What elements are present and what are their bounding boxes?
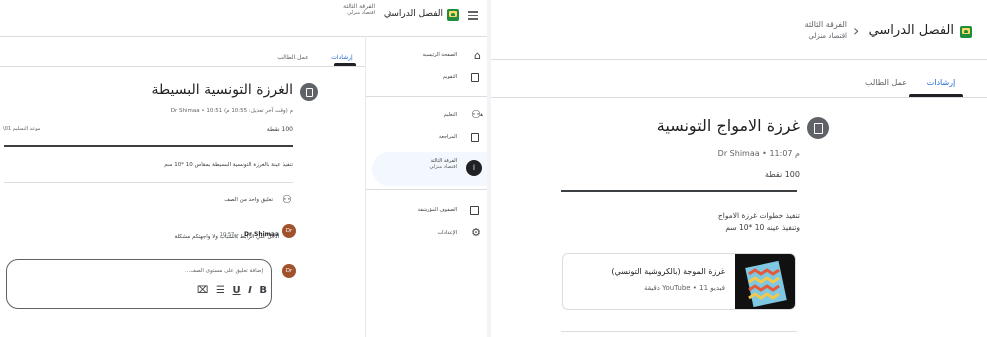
right-tab-instructions[interactable]: إرشادات — [911, 70, 971, 96]
right-breadcrumb-class[interactable]: الفرقة الثالثة اقتصاد منزلي — [757, 20, 847, 40]
left-classroom-logo[interactable] — [447, 9, 459, 21]
left-tab-instructions-label: إرشادات — [331, 54, 353, 61]
attachment-thumbnail — [735, 254, 795, 309]
right-breadcrumb-chevron-icon: › — [853, 21, 860, 40]
right-panel: الفصل الدراسي › الفرقة الثالثة اقتصاد من… — [491, 0, 987, 337]
home-icon: ⌂ — [474, 49, 481, 62]
underline-button[interactable]: U — [233, 285, 241, 299]
right-header-title[interactable]: الفصل الدراسي — [869, 23, 954, 38]
comment-avatar: Dr — [282, 224, 296, 238]
gear-icon: ⚙ — [471, 226, 481, 239]
right-tab-student-work[interactable]: عمل الطالب — [861, 70, 911, 96]
right-assignment-meta: Dr Shimaa • 11:07 م — [717, 149, 800, 158]
list-button[interactable]: ☰ — [216, 285, 225, 299]
sidebar-item-archived[interactable]: الصفوف المؤرشفة — [370, 203, 485, 221]
left-assignment-icon — [300, 83, 318, 101]
left-breadcrumb-class-name: الفرقة الثالثة — [343, 3, 375, 10]
comments-people-icon: ⚇ — [282, 193, 292, 206]
sidebar-item-calendar[interactable]: التقويم — [370, 70, 485, 88]
right-description-line-1: تنفيذ خطوات غرزة الامواج — [717, 211, 800, 220]
class-avatar: ا — [466, 160, 482, 176]
right-assignment-icon — [807, 117, 829, 139]
sidebar-item-review-label: المراجعة — [438, 134, 457, 140]
sidebar-item-archived-label: الصفوف المؤرشفة — [417, 207, 457, 213]
attachment-title: غرزة الموجة (بالكروشية التونسي) — [611, 267, 725, 276]
left-assignment-description: تنفيذ عينة بالغرزة التونسية البسيطة بمقا… — [164, 162, 293, 168]
left-assignment-points: 100 نقطة — [266, 126, 293, 133]
archive-icon — [470, 206, 479, 215]
left-assignment-meta: Dr Shimaa • 10:51 م (وقت آخر تعديل: 10:5… — [170, 108, 293, 114]
calendar-icon — [471, 73, 479, 82]
right-tab-student-work-label: عمل الطالب — [865, 78, 907, 87]
comments-heading[interactable]: تعليق واحد من الصف — [224, 197, 273, 203]
left-breadcrumb-class-section: اقتصاد منزلي — [347, 10, 375, 16]
compose-box[interactable]: إضافة تعليق على مستوى الصف... B I U ☰ ⌧ — [6, 259, 272, 309]
left-breadcrumb-chevron-icon: › — [388, 8, 392, 19]
compose-avatar: Dr — [282, 264, 296, 278]
sidebar-item-settings[interactable]: الإعدادات ⚙ — [370, 226, 485, 244]
left-panel: الفصل الدراسي › الفرقة الثالثة اقتصاد من… — [0, 0, 488, 337]
sidebar-item-teaching-label: التعليم — [443, 112, 457, 118]
italic-button[interactable]: I — [248, 285, 252, 299]
right-breadcrumb-class-section: اقتصاد منزلي — [808, 32, 847, 40]
comment-text: ادخل علي الرابط بالشباب ولا واجهتكم مشكل… — [174, 234, 279, 240]
review-icon — [471, 133, 479, 142]
right-breadcrumb-class-name: الفرقة الثالثة — [804, 20, 847, 29]
attachment-card[interactable]: غرزة الموجة (بالكروشية التونسي) فيديو Yo… — [562, 253, 796, 310]
left-hamburger-menu-icon[interactable] — [468, 10, 478, 20]
left-tab-student-work-label: عمل الطالب — [277, 54, 309, 61]
right-description-line-2: وتنفيذ عينه 10 *10 سم — [725, 223, 800, 232]
sidebar-item-class-sub: اقتصاد منزلي — [429, 164, 457, 170]
left-assignment-due: موعد التسليم 01\ — [3, 126, 41, 132]
sidebar-item-review[interactable]: المراجعة — [370, 130, 485, 148]
sidebar-item-settings-label: الإعدادات — [437, 230, 457, 236]
right-assignment-description: تنفيذ خطوات غرزة الامواج وتنفيذ عينه 10 … — [718, 211, 800, 232]
right-assignment-title: غرزة الامواج التونسية — [656, 116, 800, 135]
sidebar-teaching-arrow-icon[interactable]: ▴ — [480, 111, 483, 118]
left-breadcrumb-class[interactable]: الفرقة الثالثة اقتصاد منزلي — [315, 3, 375, 16]
right-classroom-logo[interactable] — [960, 26, 972, 38]
sidebar-item-calendar-label: التقويم — [442, 74, 457, 80]
compose-format-toolbar: B I U ☰ ⌧ — [197, 285, 267, 299]
left-assignment-title: الغرزة التونسية البسيطة — [151, 82, 293, 98]
bold-button[interactable]: B — [259, 285, 267, 299]
sidebar-item-teaching[interactable]: التعليم ⚇ — [370, 108, 485, 126]
right-assignment-points: 100 نقطة — [765, 170, 800, 179]
left-header-title[interactable]: الفصل الدراسي — [384, 9, 443, 19]
attachment-subtitle: فيديو YouTube • 11 دقيقة — [644, 284, 725, 292]
clear-format-button[interactable]: ⌧ — [197, 285, 209, 299]
right-tab-instructions-label: إرشادات — [926, 78, 956, 87]
sidebar-item-class[interactable]: الفرقة الثالثة اقتصاد منزلي ا — [372, 154, 485, 184]
sidebar-item-home-label: الصفحة الرئيسية — [422, 52, 458, 58]
sidebar-item-home[interactable]: الصفحة الرئيسية ⌂ — [370, 48, 485, 66]
compose-input[interactable]: إضافة تعليق على مستوى الصف... — [185, 268, 263, 274]
left-tab-student-work[interactable]: عمل الطالب — [268, 44, 318, 66]
